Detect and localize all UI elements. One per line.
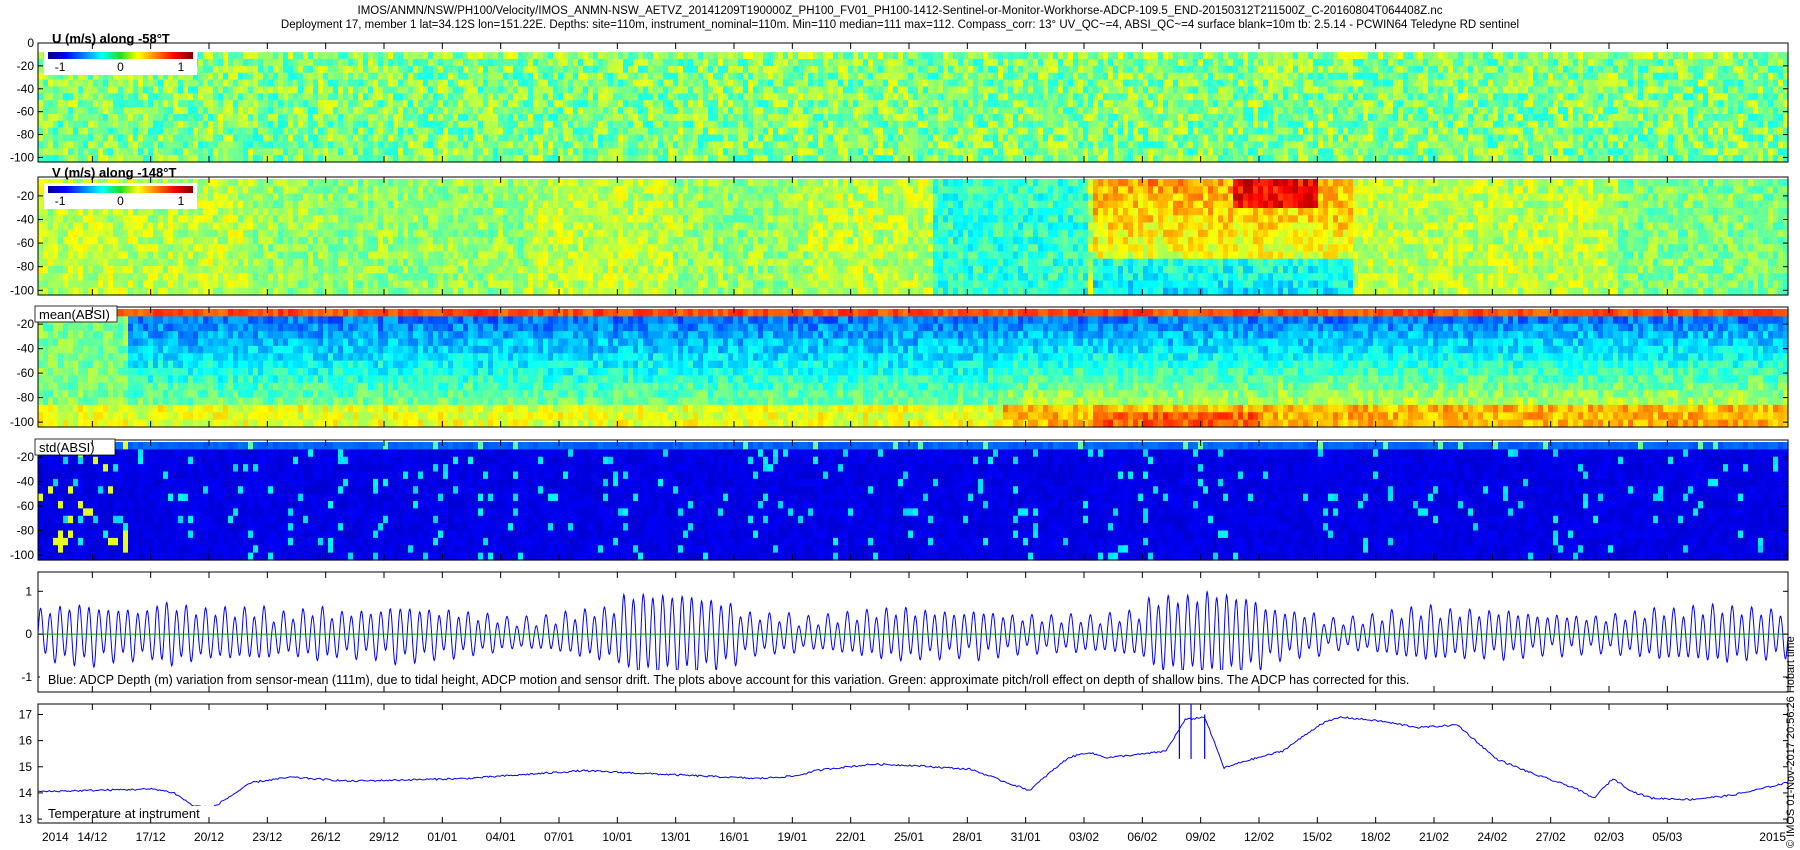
x-tick-label: 28/01 — [952, 830, 982, 844]
y-tick-label: -80 — [17, 128, 35, 142]
y-tick-label: -100 — [10, 150, 34, 164]
y-tick-label: -40 — [17, 342, 35, 356]
x-tick-label: 13/01 — [661, 830, 691, 844]
colorbar-tick-label: 1 — [178, 194, 185, 208]
panel-label-box: std(ABSI) — [35, 439, 115, 455]
x-tick-label: 09/02 — [1186, 830, 1216, 844]
heatmap-cells — [38, 52, 1789, 162]
y-tick-label: 17 — [19, 707, 33, 721]
x-tick-label: 21/02 — [1419, 830, 1449, 844]
panel-label: Temperature at instrument — [48, 806, 200, 821]
y-tick-label: -20 — [17, 317, 35, 331]
colorbar: -1 0 1 — [44, 49, 197, 75]
heatmap-panel-1: 0 -20 -40 -60 -80 -100 U (m/s) along -58°T -1 0 1 — [10, 31, 1789, 164]
x-tick-label: 03/02 — [1069, 830, 1099, 844]
y-tick-label: -80 — [17, 524, 35, 538]
y-tick-label: 1 — [25, 584, 32, 598]
y-tick-label: -40 — [17, 82, 35, 96]
x-tick-label: 22/01 — [836, 830, 866, 844]
x-tick-label: 15/02 — [1302, 830, 1332, 844]
y-tick-label: -100 — [10, 283, 34, 297]
colorbar-tick-label: 1 — [178, 60, 185, 74]
x-tick-label: 20/12 — [194, 830, 224, 844]
y-tick-label: -100 — [10, 415, 34, 429]
x-tick-label: 23/12 — [252, 830, 282, 844]
x-tick-label: 14/12 — [77, 830, 107, 844]
x-tick-label: 24/02 — [1477, 830, 1507, 844]
y-tick-label: -40 — [17, 475, 35, 489]
y-tick-label: -60 — [17, 236, 35, 250]
x-tick-label: 06/02 — [1127, 830, 1157, 844]
x-tick-label: 18/02 — [1361, 830, 1391, 844]
depth-panel-note: Blue: ADCP Depth (m) variation from sens… — [48, 673, 1409, 687]
heatmap-cells — [38, 179, 1789, 296]
colorbar-tick-label: 0 — [117, 60, 124, 74]
x-year-end-label: 2015 — [1759, 830, 1786, 844]
y-tick-label: -20 — [17, 450, 35, 464]
x-year-start-label: 2014 — [42, 830, 69, 844]
x-tick-label: 10/01 — [602, 830, 632, 844]
x-tick-label: 16/01 — [719, 830, 749, 844]
heatmap-cells — [38, 442, 1789, 561]
x-tick-label: 12/02 — [1244, 830, 1274, 844]
heatmap-panel-4: -20 -40 -60 -80 -100 std(ABSI) — [10, 439, 1789, 562]
x-tick-label: 26/12 — [311, 830, 341, 844]
x-tick-label: 31/01 — [1011, 830, 1041, 844]
x-tick-label: 01/01 — [427, 830, 457, 844]
x-tick-label: 29/12 — [369, 830, 399, 844]
panel-label: V (m/s) along -148°T — [52, 165, 176, 180]
colorbar-tick-label: 0 — [117, 194, 124, 208]
heatmap-panel-2: -20 -40 -60 -80 -100 V (m/s) along -148°T -1 0 1 — [10, 165, 1789, 297]
side-credit-text: © IMOS 01-Nov-2017 20:56:26 Hobart time — [1785, 636, 1797, 848]
x-tick-label: 17/12 — [136, 830, 166, 844]
x-tick-label: 04/01 — [486, 830, 516, 844]
y-tick-label: -20 — [17, 189, 35, 203]
y-tick-label: 0 — [27, 36, 34, 50]
colorbar-tick-label: -1 — [55, 194, 66, 208]
y-tick-label: 16 — [19, 734, 33, 748]
panel-label: mean(ABSI) — [39, 307, 110, 322]
y-tick-label: 14 — [19, 786, 33, 800]
x-tick-label: 02/03 — [1594, 830, 1624, 844]
panel-label-box: mean(ABSI) — [35, 306, 117, 322]
y-tick-label: -1 — [21, 670, 32, 684]
x-tick-label: 07/01 — [544, 830, 574, 844]
panel-label: U (m/s) along -58°T — [52, 31, 170, 46]
y-tick-label: -80 — [17, 260, 35, 274]
heatmap-cells — [38, 309, 1789, 428]
colorbar-tick-label: -1 — [55, 60, 66, 74]
y-tick-label: -60 — [17, 105, 35, 119]
panel-label: std(ABSI) — [39, 440, 95, 455]
y-tick-label: 0 — [25, 627, 32, 641]
x-tick-label: 19/01 — [777, 830, 807, 844]
y-tick-label: -80 — [17, 391, 35, 405]
heatmap-panel-3: -20 -40 -60 -80 -100 mean(ABSI) — [10, 306, 1789, 429]
y-tick-label: -60 — [17, 499, 35, 513]
y-tick-label: -60 — [17, 366, 35, 380]
y-tick-label: -100 — [10, 548, 34, 562]
colorbar: -1 0 1 — [44, 183, 197, 209]
x-tick-label: 05/03 — [1652, 830, 1682, 844]
y-tick-label: -20 — [17, 59, 35, 73]
x-tick-label: 25/01 — [894, 830, 924, 844]
depth-variation-panel: 1 0 -1 Blue: ADCP Depth (m) variation from … — [21, 572, 1788, 692]
temperature-panel: 17 16 15 14 13 Temperature at instrument — [19, 704, 1788, 826]
y-tick-label: 13 — [19, 812, 33, 826]
adcp-figure: 0-20-40-60-80-100U (m/s) along -58°T-1 0 1… — [0, 0, 1800, 850]
y-tick-label: 15 — [19, 760, 33, 774]
y-tick-label: -40 — [17, 212, 35, 226]
x-tick-label: 27/02 — [1536, 830, 1566, 844]
